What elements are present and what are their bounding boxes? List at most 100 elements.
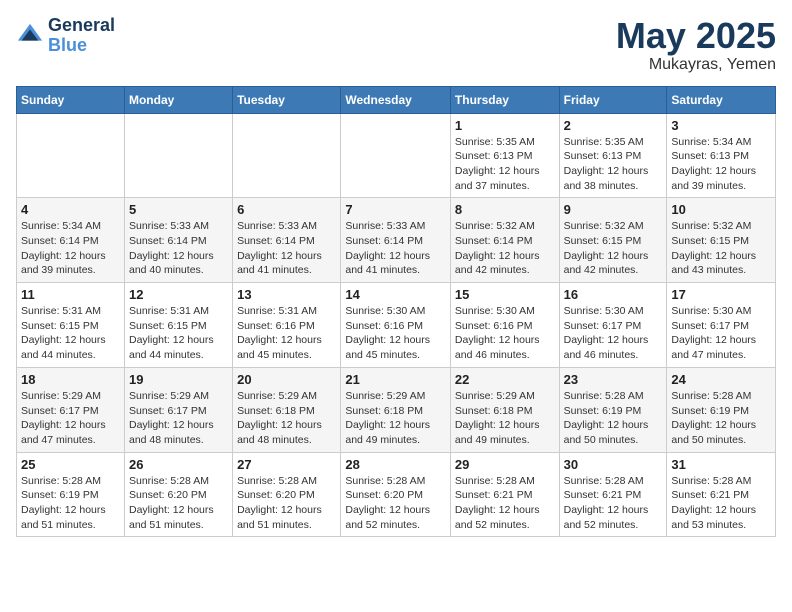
day-number: 18 [21, 372, 120, 387]
day-info: Sunrise: 5:31 AM Sunset: 6:16 PM Dayligh… [237, 304, 336, 363]
weekday-header-saturday: Saturday [667, 86, 776, 113]
calendar-cell: 20Sunrise: 5:29 AM Sunset: 6:18 PM Dayli… [233, 367, 341, 452]
day-info: Sunrise: 5:28 AM Sunset: 6:19 PM Dayligh… [21, 474, 120, 533]
calendar-cell: 26 Sunrise: 5:28 AM Sunset: 6:20 PM Dayli… [124, 452, 232, 537]
day-number: 6 [237, 202, 336, 217]
day-number: 4 [21, 202, 120, 217]
logo-text: General Blue [48, 16, 115, 56]
day-info: Sunrise: 5:35 AM Sunset: 6:13 PM Dayligh… [564, 135, 663, 194]
day-number: 7 [345, 202, 446, 217]
calendar-cell: 29Sunrise: 5:28 AM Sunset: 6:21 PM Dayli… [450, 452, 559, 537]
calendar-cell: 5Sunrise: 5:33 AM Sunset: 6:14 PM Daylig… [124, 198, 232, 283]
calendar-cell: 12 Sunrise: 5:31 AM Sunset: 6:15 PM Dayli… [124, 283, 232, 368]
main-title: May 2025 [616, 16, 776, 56]
calendar-cell: 30 Sunrise: 5:28 AM Sunset: 6:21 PM Dayli… [559, 452, 667, 537]
day-info: Sunrise: 5:28 AM Sunset: 6:21 PM Dayligh… [455, 474, 555, 533]
day-number: 8 [455, 202, 555, 217]
day-number: 15 [455, 287, 555, 302]
day-number: 23 [564, 372, 663, 387]
calendar-cell: 16 Sunrise: 5:30 AM Sunset: 6:17 PM Dayli… [559, 283, 667, 368]
calendar-cell: 28 Sunrise: 5:28 AM Sunset: 6:20 PM Dayli… [341, 452, 451, 537]
day-number: 10 [671, 202, 771, 217]
calendar-cell: 15 Sunrise: 5:30 AM Sunset: 6:16 PM Dayli… [450, 283, 559, 368]
day-number: 14 [345, 287, 446, 302]
calendar-cell: 3 Sunrise: 5:34 AM Sunset: 6:13 PM Daylig… [667, 113, 776, 198]
day-info: Sunrise: 5:29 AM Sunset: 6:18 PM Dayligh… [237, 389, 336, 448]
title-block: May 2025 Mukayras, Yemen [616, 16, 776, 74]
day-info: Sunrise: 5:28 AM Sunset: 6:20 PM Dayligh… [129, 474, 228, 533]
weekday-header-monday: Monday [124, 86, 232, 113]
day-info: Sunrise: 5:28 AM Sunset: 6:21 PM Dayligh… [564, 474, 663, 533]
day-info: Sunrise: 5:32 AM Sunset: 6:14 PM Dayligh… [455, 219, 555, 278]
page-header: General Blue May 2025 Mukayras, Yemen [16, 16, 776, 74]
calendar-cell: 14 Sunrise: 5:30 AM Sunset: 6:16 PM Dayli… [341, 283, 451, 368]
calendar-cell: 1 Sunrise: 5:35 AM Sunset: 6:13 PM Daylig… [450, 113, 559, 198]
day-info: Sunrise: 5:34 AM Sunset: 6:13 PM Dayligh… [671, 135, 771, 194]
day-number: 28 [345, 457, 446, 472]
sub-title: Mukayras, Yemen [616, 56, 776, 74]
weekday-header-friday: Friday [559, 86, 667, 113]
day-info: Sunrise: 5:34 AM Sunset: 6:14 PM Dayligh… [21, 219, 120, 278]
day-number: 27 [237, 457, 336, 472]
calendar-cell: 18 Sunrise: 5:29 AM Sunset: 6:17 PM Dayli… [17, 367, 125, 452]
day-number: 1 [455, 118, 555, 133]
day-info: Sunrise: 5:29 AM Sunset: 6:17 PM Dayligh… [21, 389, 120, 448]
calendar-cell: 21 Sunrise: 5:29 AM Sunset: 6:18 PM Dayli… [341, 367, 451, 452]
day-info: Sunrise: 5:33 AM Sunset: 6:14 PM Dayligh… [237, 219, 336, 278]
calendar-cell [17, 113, 125, 198]
calendar-cell: 9Sunrise: 5:32 AM Sunset: 6:15 PM Daylig… [559, 198, 667, 283]
calendar-cell: 6 Sunrise: 5:33 AM Sunset: 6:14 PM Daylig… [233, 198, 341, 283]
day-number: 11 [21, 287, 120, 302]
calendar-cell: 24 Sunrise: 5:28 AM Sunset: 6:19 PM Dayli… [667, 367, 776, 452]
day-number: 21 [345, 372, 446, 387]
day-info: Sunrise: 5:28 AM Sunset: 6:19 PM Dayligh… [671, 389, 771, 448]
calendar-cell: 27 Sunrise: 5:28 AM Sunset: 6:20 PM Dayli… [233, 452, 341, 537]
day-info: Sunrise: 5:30 AM Sunset: 6:16 PM Dayligh… [455, 304, 555, 363]
weekday-header-thursday: Thursday [450, 86, 559, 113]
calendar-cell: 2 Sunrise: 5:35 AM Sunset: 6:13 PM Daylig… [559, 113, 667, 198]
calendar-table: SundayMondayTuesdayWednesdayThursdayFrid… [16, 86, 776, 538]
day-info: Sunrise: 5:31 AM Sunset: 6:15 PM Dayligh… [129, 304, 228, 363]
day-info: Sunrise: 5:29 AM Sunset: 6:18 PM Dayligh… [455, 389, 555, 448]
day-info: Sunrise: 5:30 AM Sunset: 6:16 PM Dayligh… [345, 304, 446, 363]
day-info: Sunrise: 5:28 AM Sunset: 6:20 PM Dayligh… [237, 474, 336, 533]
day-info: Sunrise: 5:28 AM Sunset: 6:20 PM Dayligh… [345, 474, 446, 533]
calendar-cell [124, 113, 232, 198]
day-number: 5 [129, 202, 228, 217]
calendar-cell: 25Sunrise: 5:28 AM Sunset: 6:19 PM Dayli… [17, 452, 125, 537]
day-number: 13 [237, 287, 336, 302]
day-number: 2 [564, 118, 663, 133]
day-info: Sunrise: 5:35 AM Sunset: 6:13 PM Dayligh… [455, 135, 555, 194]
day-info: Sunrise: 5:32 AM Sunset: 6:15 PM Dayligh… [671, 219, 771, 278]
day-number: 24 [671, 372, 771, 387]
calendar-cell: 7 Sunrise: 5:33 AM Sunset: 6:14 PM Daylig… [341, 198, 451, 283]
calendar-cell: 17Sunrise: 5:30 AM Sunset: 6:17 PM Dayli… [667, 283, 776, 368]
day-number: 26 [129, 457, 228, 472]
calendar-cell [341, 113, 451, 198]
day-number: 17 [671, 287, 771, 302]
day-info: Sunrise: 5:28 AM Sunset: 6:21 PM Dayligh… [671, 474, 771, 533]
calendar-cell: 10 Sunrise: 5:32 AM Sunset: 6:15 PM Dayli… [667, 198, 776, 283]
day-info: Sunrise: 5:31 AM Sunset: 6:15 PM Dayligh… [21, 304, 120, 363]
day-number: 19 [129, 372, 228, 387]
calendar-cell: 11 Sunrise: 5:31 AM Sunset: 6:15 PM Dayli… [17, 283, 125, 368]
day-info: Sunrise: 5:33 AM Sunset: 6:14 PM Dayligh… [345, 219, 446, 278]
day-info: Sunrise: 5:29 AM Sunset: 6:17 PM Dayligh… [129, 389, 228, 448]
weekday-header-sunday: Sunday [17, 86, 125, 113]
day-number: 16 [564, 287, 663, 302]
calendar-cell: 13 Sunrise: 5:31 AM Sunset: 6:16 PM Dayli… [233, 283, 341, 368]
calendar-cell [233, 113, 341, 198]
calendar-cell: 31Sunrise: 5:28 AM Sunset: 6:21 PM Dayli… [667, 452, 776, 537]
calendar-cell: 8 Sunrise: 5:32 AM Sunset: 6:14 PM Daylig… [450, 198, 559, 283]
calendar-cell: 4 Sunrise: 5:34 AM Sunset: 6:14 PM Daylig… [17, 198, 125, 283]
weekday-header-wednesday: Wednesday [341, 86, 451, 113]
day-info: Sunrise: 5:30 AM Sunset: 6:17 PM Dayligh… [564, 304, 663, 363]
logo-icon [16, 22, 44, 50]
day-number: 30 [564, 457, 663, 472]
day-number: 22 [455, 372, 555, 387]
day-number: 12 [129, 287, 228, 302]
day-number: 3 [671, 118, 771, 133]
day-info: Sunrise: 5:29 AM Sunset: 6:18 PM Dayligh… [345, 389, 446, 448]
day-number: 9 [564, 202, 663, 217]
calendar-cell: 19 Sunrise: 5:29 AM Sunset: 6:17 PM Dayli… [124, 367, 232, 452]
